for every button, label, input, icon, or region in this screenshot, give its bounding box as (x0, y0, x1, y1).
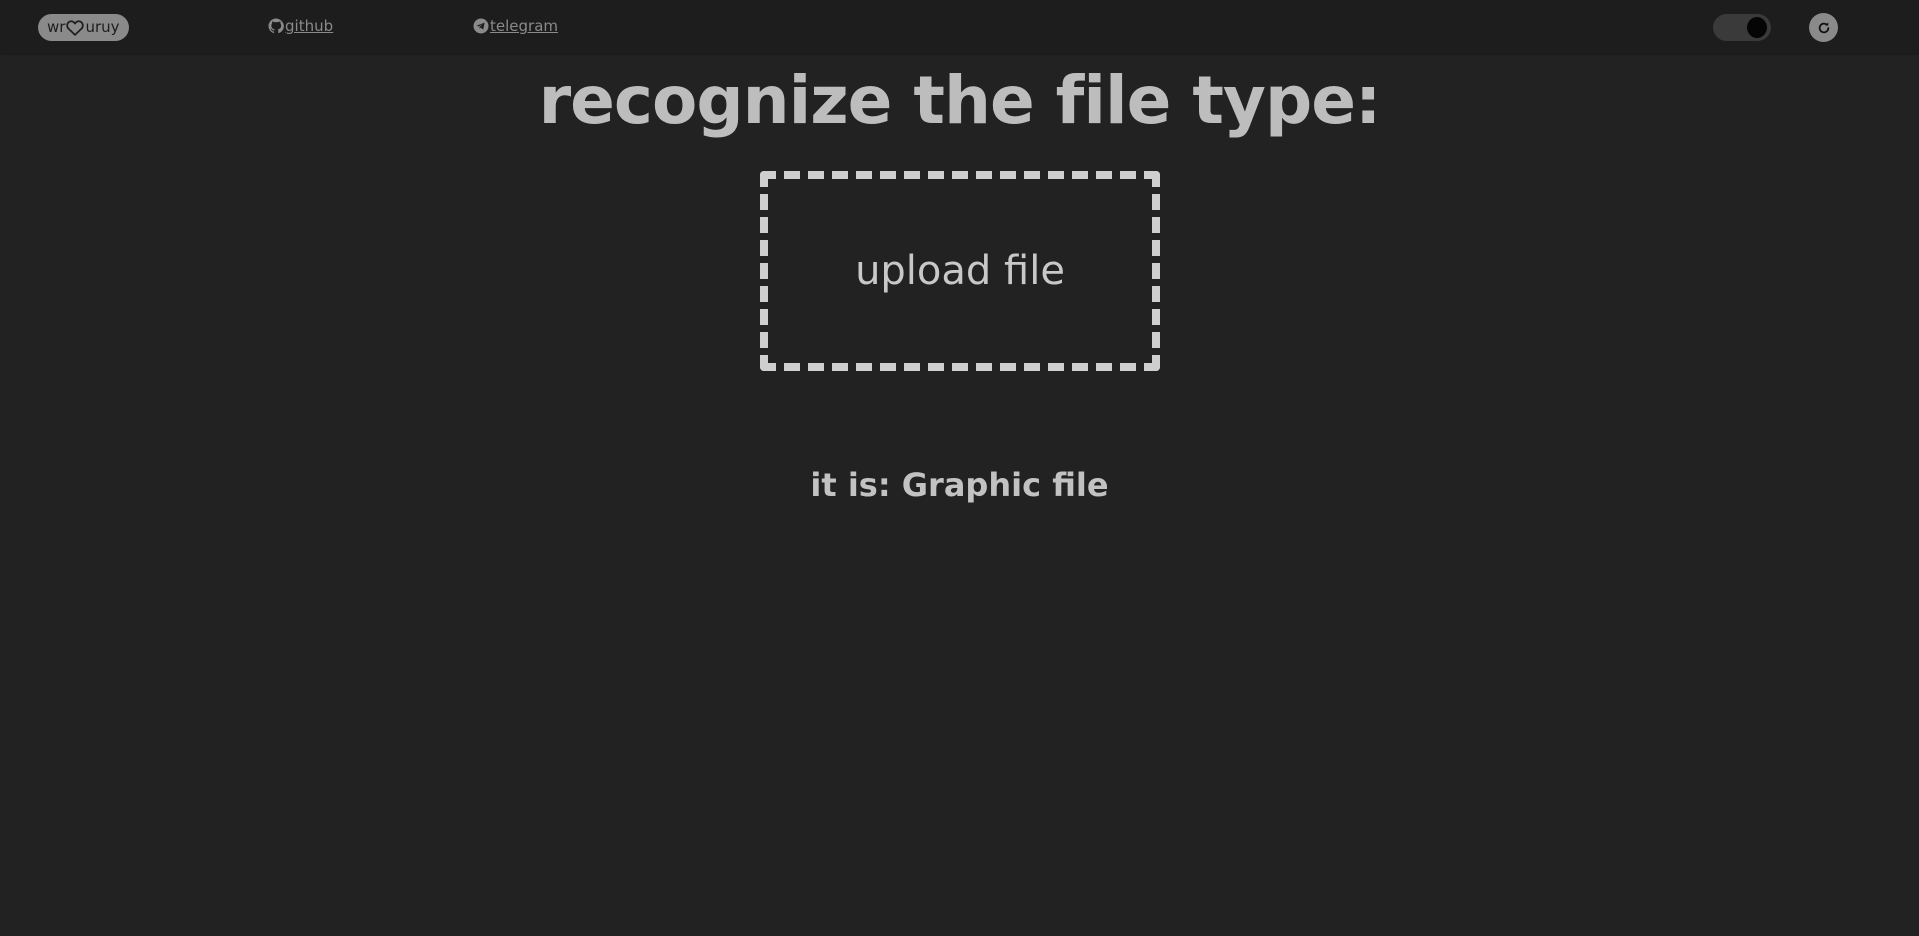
brand-prefix: wr (47, 18, 66, 36)
page-title: recognize the file type: (538, 62, 1382, 139)
heart-icon (66, 19, 85, 36)
result-value: Graphic file (901, 466, 1109, 504)
telegram-link-label: telegram (490, 17, 558, 35)
theme-toggle-knob (1747, 17, 1767, 38)
theme-toggle[interactable] (1713, 14, 1771, 41)
result-text: it is: Graphic file (0, 466, 1919, 504)
github-icon (268, 18, 284, 34)
telegram-icon (473, 18, 489, 34)
refresh-icon (1818, 21, 1829, 33)
upload-dropzone[interactable]: upload file (760, 171, 1160, 371)
result-label: it is: (810, 466, 891, 504)
upload-label: upload file (855, 248, 1065, 294)
brand-suffix: uruy (85, 18, 120, 36)
github-link[interactable]: github (268, 17, 333, 35)
refresh-button[interactable] (1809, 13, 1838, 42)
brand-logo[interactable]: wr uruy (38, 14, 129, 41)
top-bar: wr uruy github telegram (0, 0, 1919, 53)
github-link-label: github (285, 17, 334, 35)
telegram-link[interactable]: telegram (473, 17, 558, 35)
